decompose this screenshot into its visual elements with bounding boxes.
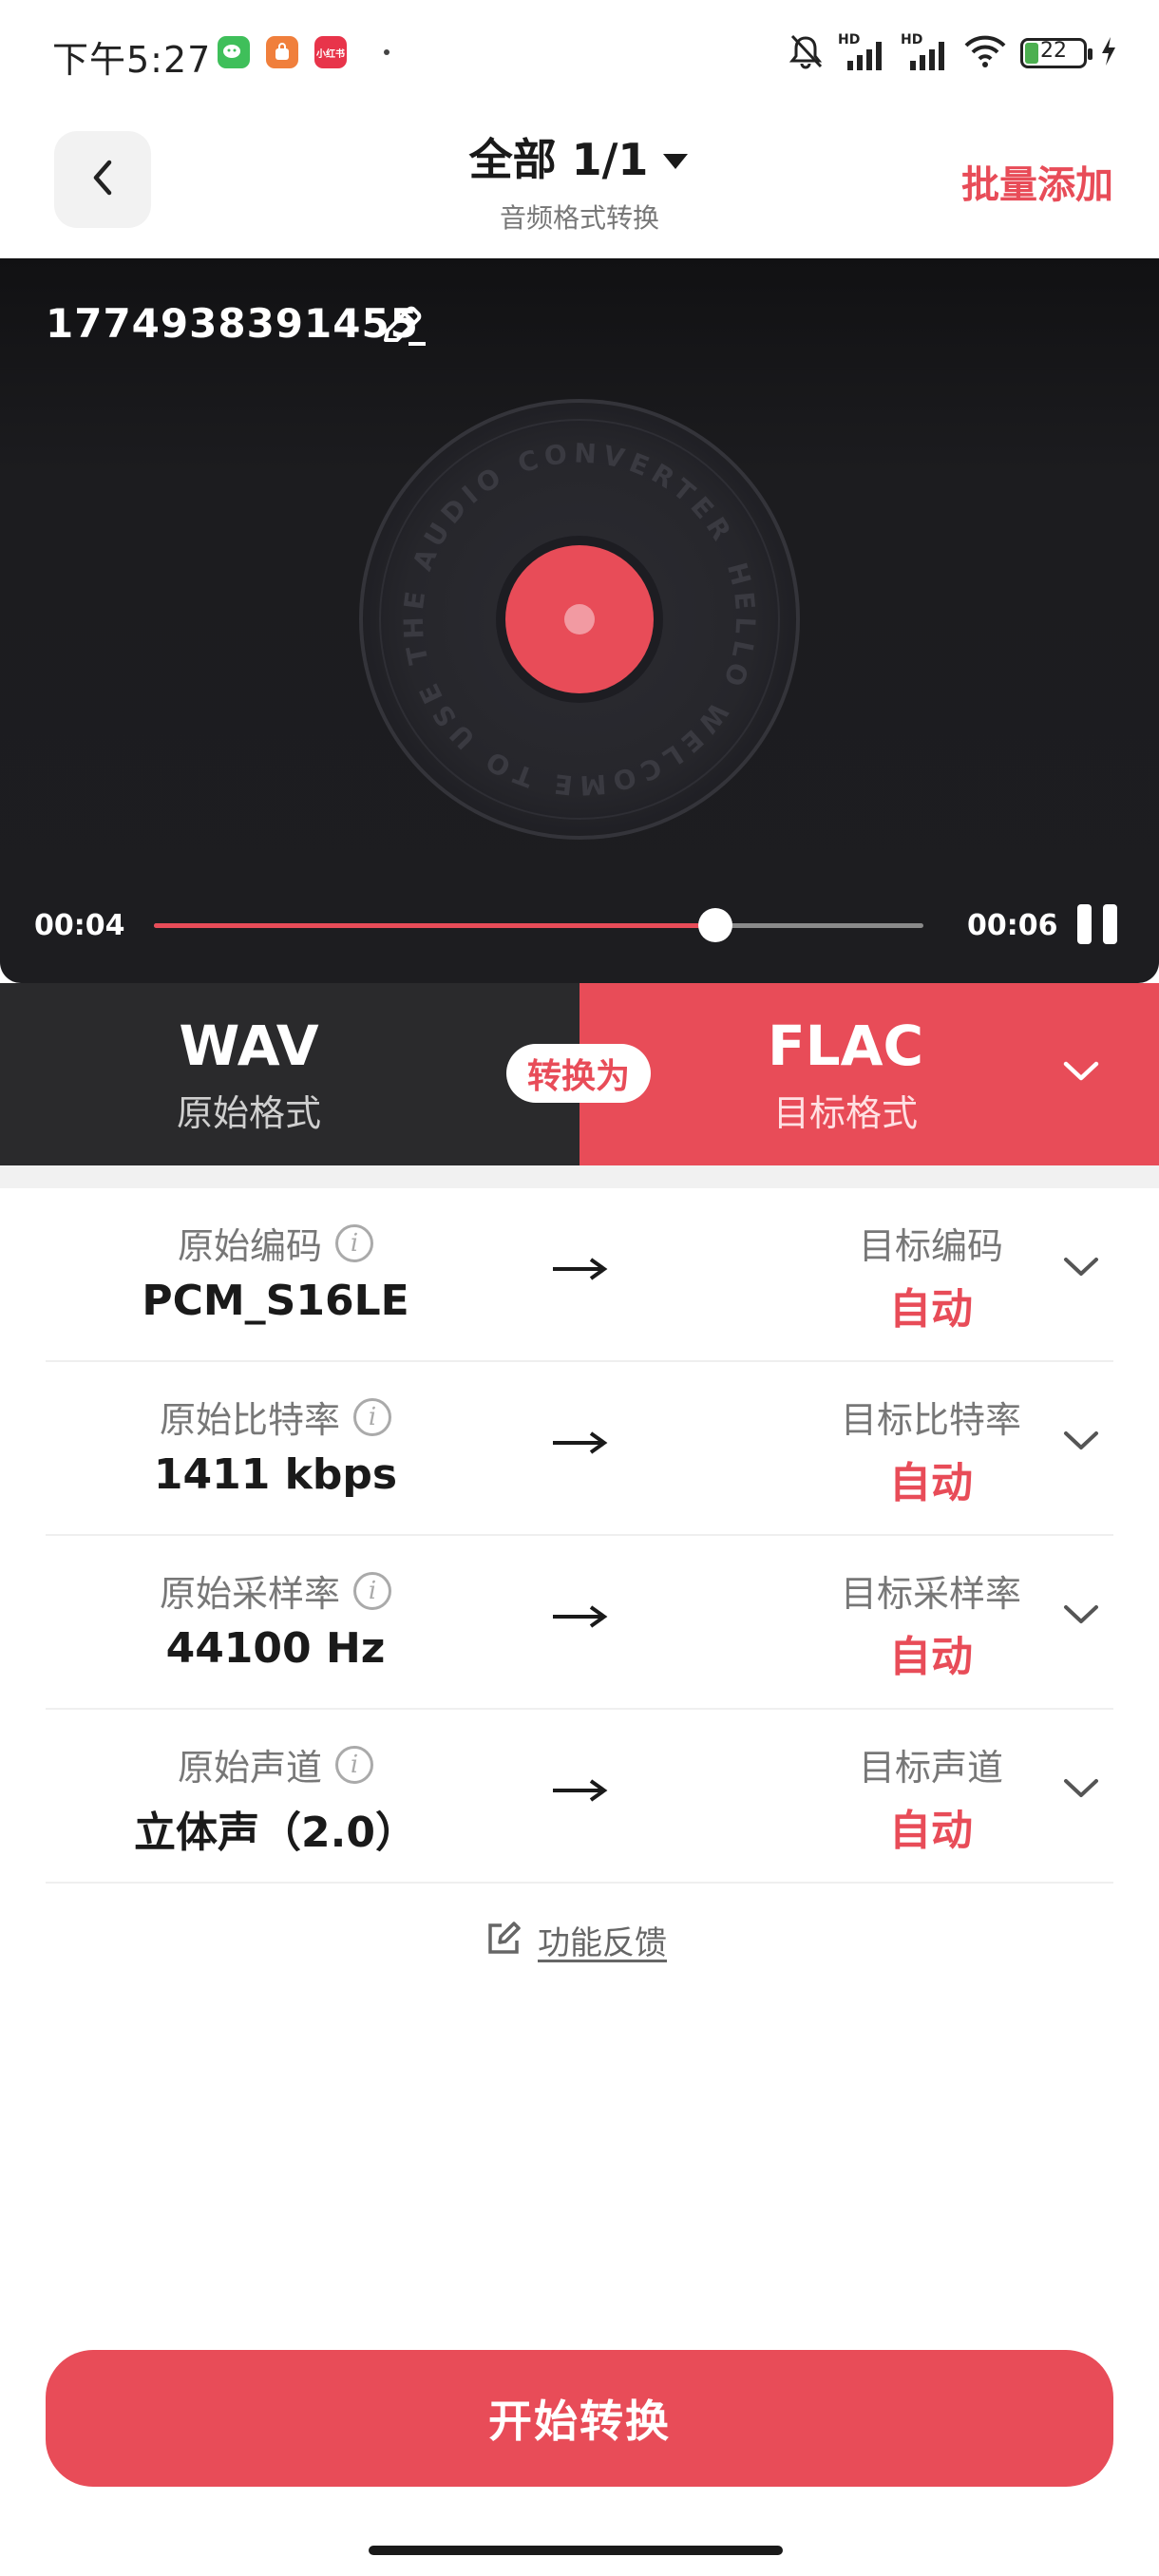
top-bar: 全部 1/1 音频格式转换 批量添加 (0, 106, 1159, 258)
edit-name-icon[interactable] (378, 304, 429, 353)
source-bitrate-value: 1411 kbps (153, 1450, 398, 1499)
status-icons: HD HD 22 (787, 32, 1117, 74)
target-bitrate-value: 自动 (889, 1459, 973, 1507)
source-format: WAV (179, 1013, 319, 1078)
info-icon[interactable]: i (335, 1223, 373, 1262)
xiaohongshu-notification-icon: 小红书 (314, 36, 347, 68)
progress-thumb[interactable] (698, 908, 733, 942)
page-subtitle: 音频格式转换 (499, 202, 659, 234)
chevron-left-icon (88, 159, 117, 200)
wifi-icon (963, 34, 1007, 72)
source-channels-label: 原始声道 (177, 1747, 322, 1789)
chevron-down-icon[interactable] (1062, 1255, 1100, 1283)
target-samplerate-value: 自动 (889, 1633, 973, 1681)
arrow-right-icon (551, 1255, 608, 1287)
source-codec-label: 原始编码 (177, 1225, 322, 1267)
pause-button[interactable] (1077, 904, 1125, 950)
status-time: 下午5:27 (52, 39, 212, 81)
page-title: 全部 1/1 (468, 134, 649, 185)
caret-down-icon (661, 131, 690, 182)
convert-to-badge: 转换为 (506, 1044, 651, 1103)
section-divider (0, 1165, 1159, 1188)
batch-add-button[interactable]: 批量添加 (961, 154, 1113, 209)
audio-player: 1774938391455 HELLO WELCOME TO USE THE A… (0, 258, 1159, 983)
source-samplerate-label: 原始采样率 (159, 1573, 340, 1615)
source-bitrate-label: 原始比特率 (159, 1399, 340, 1441)
param-row-bitrate: 原始比特率 i 1411 kbps 目标比特率 自动 (46, 1362, 1113, 1536)
info-icon[interactable]: i (353, 1397, 391, 1436)
target-channels-value: 自动 (889, 1807, 973, 1855)
signal-hd-icon-1: HD (838, 32, 887, 72)
feedback-link[interactable]: 功能反馈 (484, 1917, 667, 1963)
target-format-dropdown[interactable]: FLAC 目标格式 (580, 983, 1159, 1165)
chevron-down-icon[interactable] (1062, 1429, 1100, 1457)
edit-square-icon (484, 1920, 522, 1961)
vinyl-record: HELLO WELCOME TO USE THE AUDIO CONVERTER (359, 399, 800, 840)
arrow-right-icon (551, 1776, 608, 1809)
source-codec-value: PCM_S16LE (142, 1277, 409, 1325)
signal-hd-icon-2: HD (901, 32, 950, 72)
mute-bell-icon (787, 32, 825, 74)
info-icon[interactable]: i (335, 1745, 373, 1784)
param-row-codec: 原始编码 i PCM_S16LE 目标编码 自动 (46, 1188, 1113, 1362)
source-format-label: 原始格式 (176, 1092, 321, 1134)
more-notifications-dot (384, 49, 390, 55)
back-button[interactable] (54, 131, 151, 228)
arrow-right-icon (551, 1429, 608, 1461)
param-row-channels: 原始声道 i 立体声（2.0） 目标声道 自动 (46, 1710, 1113, 1884)
home-indicator[interactable] (369, 2546, 783, 2555)
arrow-right-icon (551, 1602, 608, 1635)
total-time: 00:06 (967, 909, 1058, 942)
param-row-samplerate: 原始采样率 i 44100 Hz 目标采样率 自动 (46, 1536, 1113, 1710)
conversion-parameters: 原始编码 i PCM_S16LE 目标编码 自动 原始比特率 i 1411 kb… (46, 1188, 1113, 1884)
start-conversion-button[interactable]: 开始转换 (46, 2350, 1113, 2487)
status-bar: 下午5:27 小红书 HD HD 22 (0, 0, 1159, 106)
chevron-down-icon (1062, 1059, 1100, 1088)
progress-fill (154, 923, 716, 928)
file-selector[interactable]: 全部 1/1 音频格式转换 (390, 125, 770, 236)
target-codec-value: 自动 (889, 1285, 973, 1334)
feedback-label: 功能反馈 (538, 1924, 667, 1962)
chevron-down-icon[interactable] (1062, 1776, 1100, 1805)
progress-slider[interactable] (154, 908, 923, 942)
chevron-down-icon[interactable] (1062, 1602, 1100, 1631)
file-name: 1774938391455 (46, 300, 419, 347)
source-format-panel: WAV 原始格式 (0, 983, 580, 1165)
info-icon[interactable]: i (353, 1571, 391, 1610)
current-time: 00:04 (34, 909, 125, 942)
wechat-notification-icon (218, 36, 250, 68)
battery-level: 22 (1040, 39, 1067, 63)
source-channels-value: 立体声（2.0） (134, 1809, 417, 1857)
battery-icon: 22 (1020, 38, 1092, 68)
format-selector: WAV 原始格式 FLAC 目标格式 转换为 (0, 983, 1159, 1165)
charging-bolt-icon (1100, 36, 1117, 70)
taobao-notification-icon (266, 36, 298, 68)
pause-icon-bar-left (1077, 904, 1092, 944)
pause-icon-bar-right (1103, 904, 1117, 944)
source-samplerate-value: 44100 Hz (165, 1624, 386, 1673)
